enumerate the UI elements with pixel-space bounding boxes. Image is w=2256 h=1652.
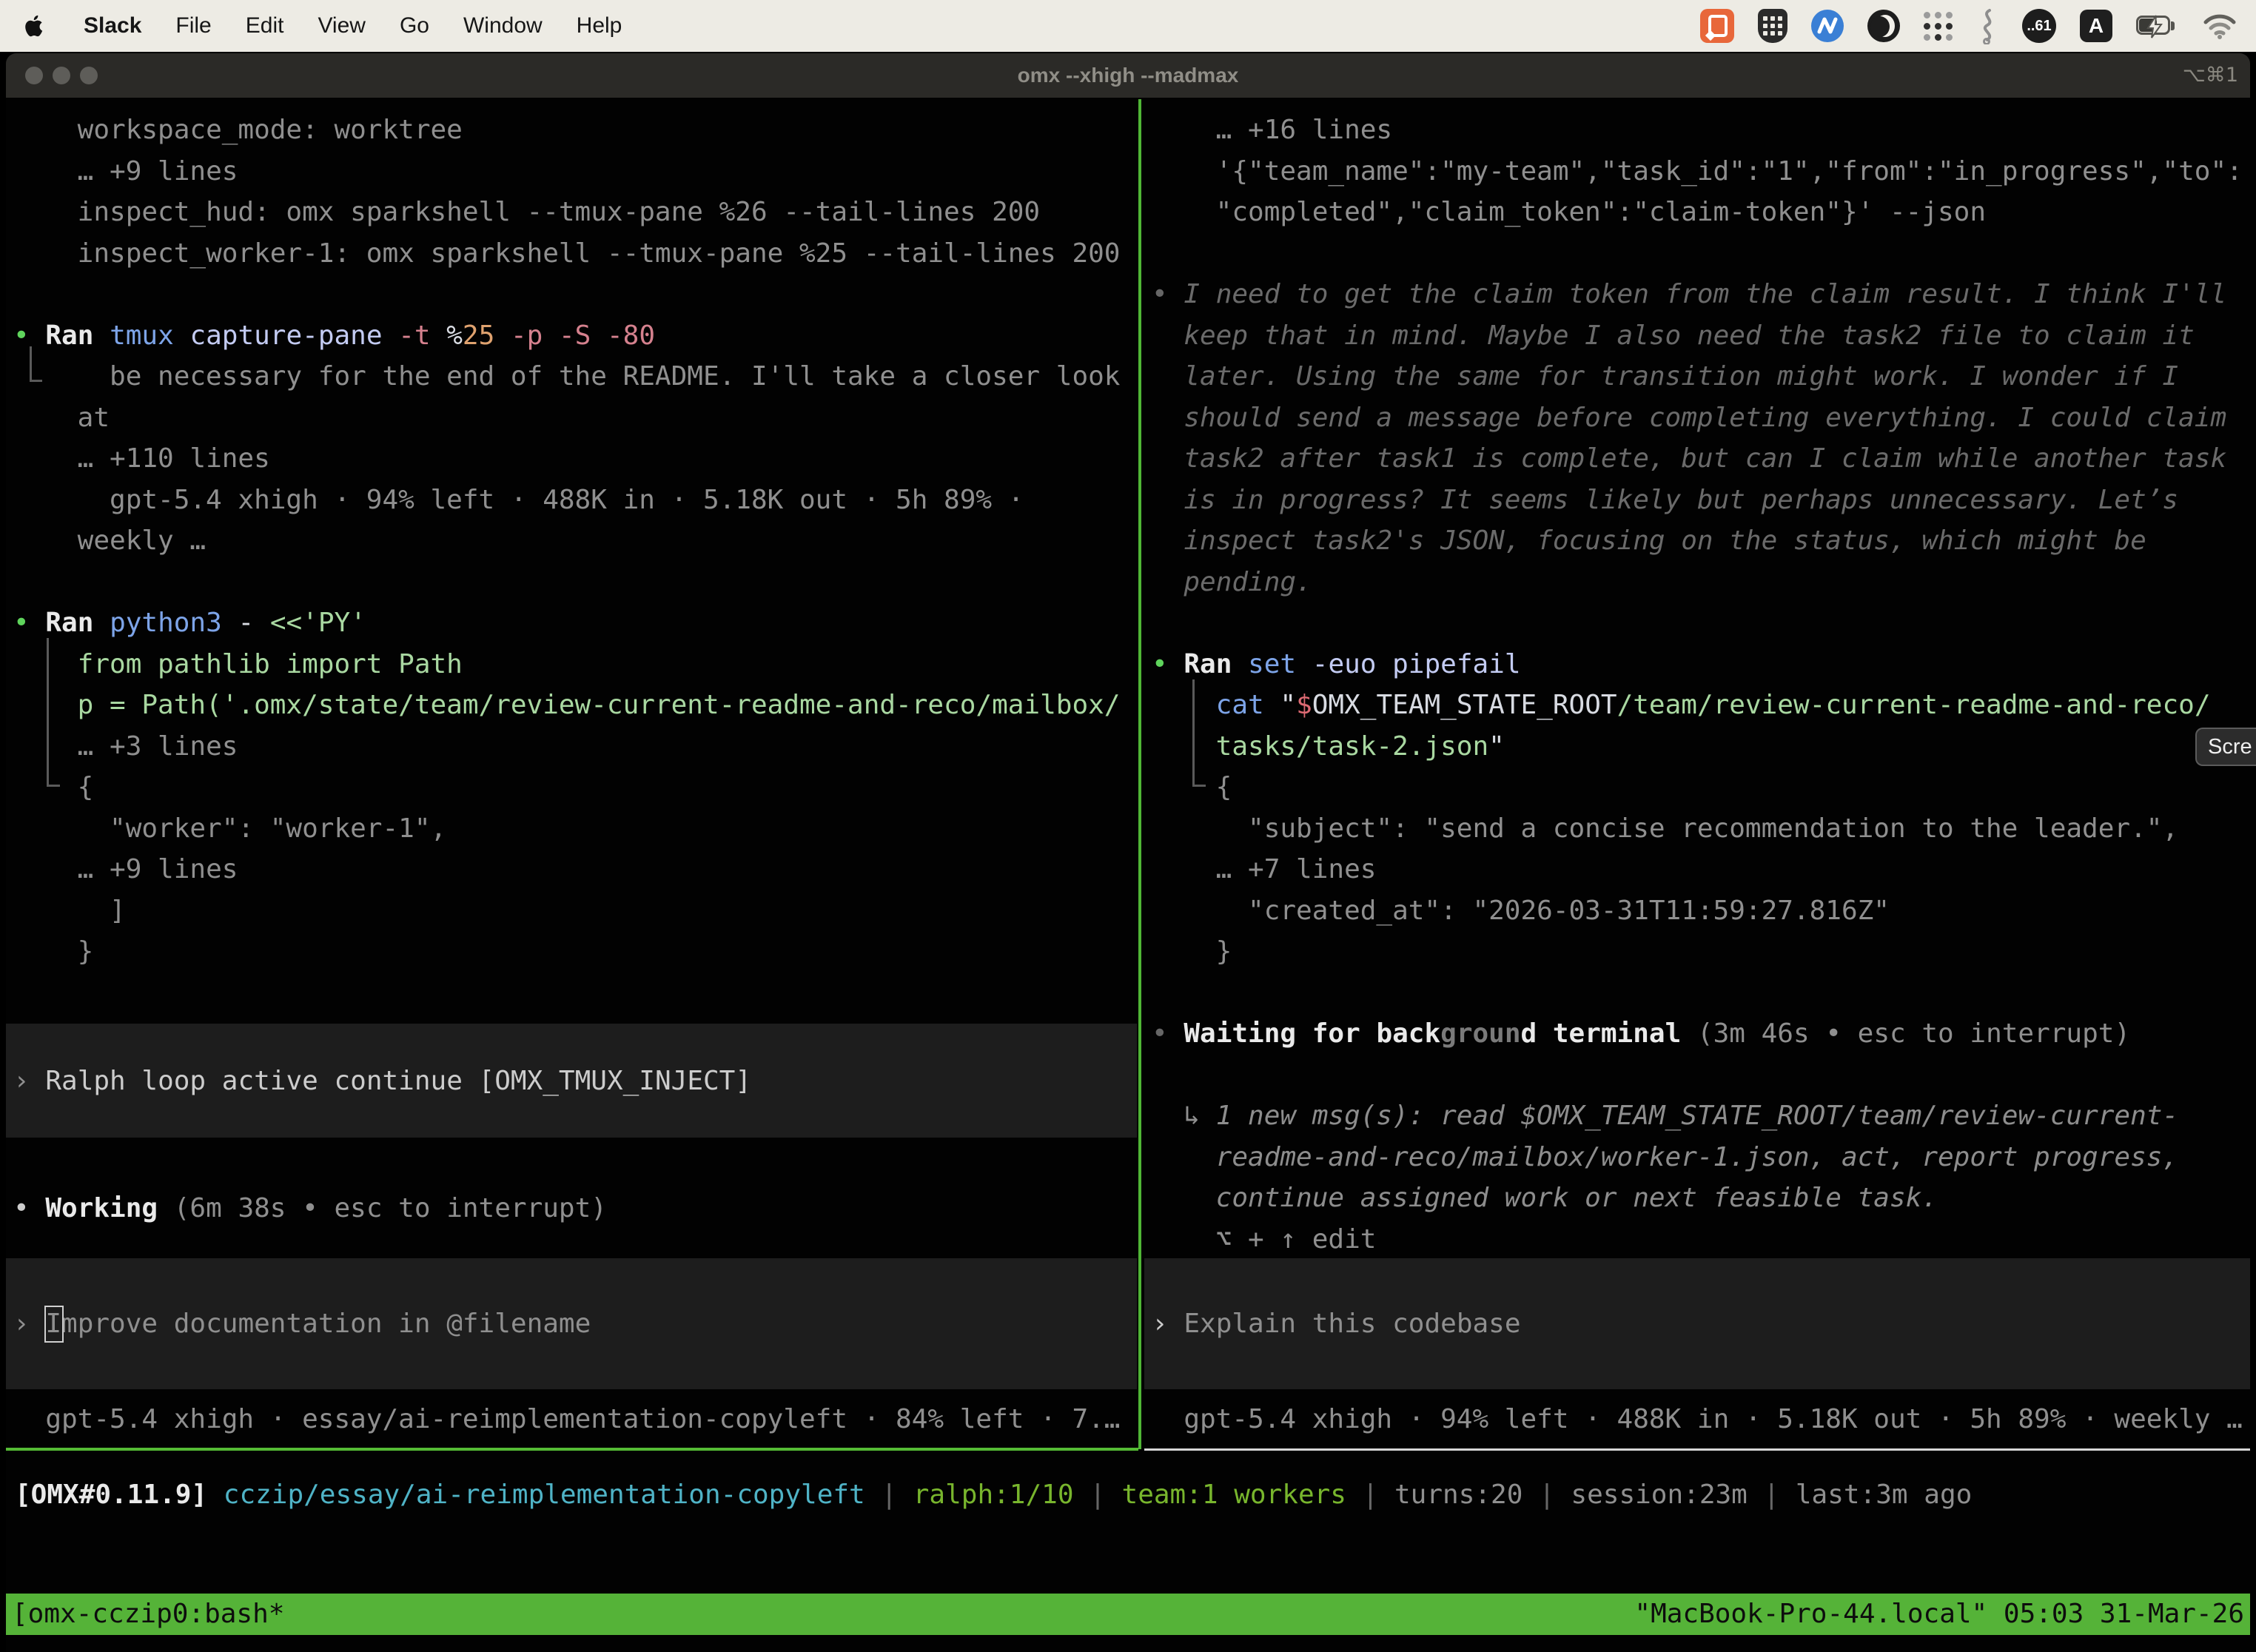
wifi-icon[interactable] <box>2203 13 2237 39</box>
menu-item-go[interactable]: Go <box>383 13 446 38</box>
terminal-window-titlebar: omx --xhigh --madmax ⌥⌘1 <box>6 53 2250 98</box>
omx-session-status: [OMX#0.11.9] cczip/essay/ai-reimplementa… <box>15 1474 1972 1515</box>
privacy-shield-icon[interactable] <box>1758 9 1787 43</box>
screen-share-icon[interactable] <box>1700 9 1734 43</box>
terminal-line: … +9 lines <box>78 151 238 192</box>
terminal-line: from pathlib import Path <box>78 644 463 685</box>
tmux-host-and-clock: "MacBook-Pro-44.local" 05:03 31-Mar-26 <box>1634 1594 2244 1635</box>
menu-item-edit[interactable]: Edit <box>229 13 301 38</box>
terminal-line: } <box>1216 931 1232 972</box>
terminal-line: gpt-5.4 xhigh · 94% left · 488K in · 5.1… <box>1184 1399 2242 1440</box>
terminal-line: › Improve documentation in @filename <box>13 1303 591 1344</box>
terminal-line: later. Using the same for transition mig… <box>1184 356 2178 397</box>
terminal-line: cat "$OMX_TEAM_STATE_ROOT/team/review-cu… <box>1216 685 2211 725</box>
input-source-icon[interactable]: A <box>2080 10 2112 42</box>
terminal-line: … +9 lines <box>78 849 238 890</box>
terminal-line: { <box>1216 767 1232 807</box>
window-shortcut-hint: ⌥⌘1 <box>2183 53 2238 98</box>
menu-item-help[interactable]: Help <box>560 13 639 38</box>
terminal-line: weekly … <box>78 520 206 561</box>
left-pane-bottom-border <box>6 1448 1138 1451</box>
menu-bar-status-icons: ..61 A <box>1700 7 2237 44</box>
output-connector-elbow <box>47 638 60 787</box>
menu-item-window[interactable]: Window <box>446 13 560 38</box>
window-title: omx --xhigh --madmax <box>6 53 2250 98</box>
terminal-line: … +7 lines <box>1216 849 1377 890</box>
terminal-line: at <box>78 397 110 438</box>
terminal-line: task2 after task1 is complete, but can I… <box>1184 438 2226 479</box>
text-cursor <box>44 1306 64 1343</box>
terminal-line: • I need to get the claim token from the… <box>1152 274 2226 315</box>
terminal-line: • Waiting for background terminal (3m 46… <box>1152 1013 2130 1054</box>
crescent-app-icon[interactable] <box>1867 10 1900 42</box>
terminal-line: workspace_mode: worktree <box>78 110 463 150</box>
menu-app-name[interactable]: Slack <box>67 13 158 38</box>
squiggle-icon[interactable] <box>1976 7 1998 44</box>
badge-61-icon[interactable]: ..61 <box>2022 9 2056 43</box>
output-connector-elbow <box>1192 679 1206 787</box>
desktop-screen: Slack FileEditViewGoWindowHelp ..61 A om… <box>0 0 2256 1652</box>
terminal-line: ↳ 1 new msg(s): read $OMX_TEAM_STATE_ROO… <box>1184 1095 2178 1136</box>
terminal-line: › Ralph loop active continue [OMX_TMUX_I… <box>13 1061 751 1101</box>
terminal-line: continue assigned work or next feasible … <box>1216 1178 1938 1218</box>
menu-item-file[interactable]: File <box>158 13 228 38</box>
tmux-session-name: [omx-cczip0:bash* <box>12 1594 284 1635</box>
terminal-line: be necessary for the end of the README. … <box>110 356 1120 397</box>
menu-item-view[interactable]: View <box>301 13 382 38</box>
terminal-line: ⌥ + ↑ edit <box>1216 1219 1377 1260</box>
terminal-line: is in progress? It seems likely but perh… <box>1184 480 2178 520</box>
right-pane-bottom-border <box>1144 1448 2250 1451</box>
terminal-line: pending. <box>1184 562 1312 602</box>
terminal-line: • Ran set -euo pipefail <box>1152 644 1521 685</box>
terminal-line: gpt-5.4 xhigh · 94% left · 488K in · 5.1… <box>110 480 1024 520</box>
terminal-line: inspect_worker-1: omx sparkshell --tmux-… <box>78 233 1121 274</box>
terminal-line: } <box>78 931 94 972</box>
terminal-line: p = Path('.omx/state/team/review-current… <box>78 685 1121 725</box>
terminal-line: "created_at": "2026-03-31T11:59:27.816Z" <box>1248 890 1890 931</box>
terminal-line: inspect task2's JSON, focusing on the st… <box>1184 520 2146 561</box>
terminal-line: gpt-5.4 xhigh · essay/ai-reimplementatio… <box>45 1399 1120 1440</box>
dots-grid-icon[interactable] <box>1924 12 1953 41</box>
terminal-line: … +3 lines <box>78 726 238 767</box>
blue-app-icon[interactable] <box>1811 10 1844 42</box>
terminal-line: "worker": "worker-1", <box>110 808 446 849</box>
terminal-line: '{"team_name":"my-team","task_id":"1","f… <box>1216 151 2243 192</box>
terminal-line: … +16 lines <box>1216 110 1392 150</box>
macos-menu-bar: Slack FileEditViewGoWindowHelp ..61 A <box>0 0 2256 52</box>
terminal-line: should send a message before completing … <box>1184 397 2226 438</box>
terminal-line: › Explain this codebase <box>1152 1303 1521 1344</box>
menu-items: FileEditViewGoWindowHelp <box>158 13 639 38</box>
terminal-line: … +110 lines <box>78 438 270 479</box>
terminal-line: • Ran python3 - <<'PY' <box>13 602 366 643</box>
battery-icon[interactable] <box>2136 16 2179 36</box>
terminal-line: { <box>78 767 94 807</box>
apple-menu-icon[interactable] <box>24 13 46 39</box>
terminal-line: ] <box>110 890 126 931</box>
tmux-pane-divider[interactable] <box>1138 99 1141 1449</box>
terminal-line: • Ran tmux capture-pane -t %25 -p -S -80 <box>13 315 655 356</box>
terminal-line: readme-and-reco/mailbox/worker-1.json, a… <box>1216 1137 2178 1178</box>
terminal-line: keep that in mind. Maybe I also need the… <box>1184 315 2194 356</box>
screen-overlay-tooltip: Scre <box>2195 728 2256 766</box>
menu-bar-menus: Slack FileEditViewGoWindowHelp <box>19 13 639 39</box>
terminal-line: tasks/task-2.json" <box>1216 726 1505 767</box>
terminal-line: • Working (6m 38s • esc to interrupt) <box>13 1188 607 1229</box>
terminal-line: inspect_hud: omx sparkshell --tmux-pane … <box>78 192 1040 232</box>
terminal-line: "completed","claim_token":"claim-token"}… <box>1216 192 1986 232</box>
tmux-status-bar: [omx-cczip0:bash* "MacBook-Pro-44.local"… <box>6 1594 2250 1635</box>
terminal-line: "subject": "send a concise recommendatio… <box>1248 808 2178 849</box>
